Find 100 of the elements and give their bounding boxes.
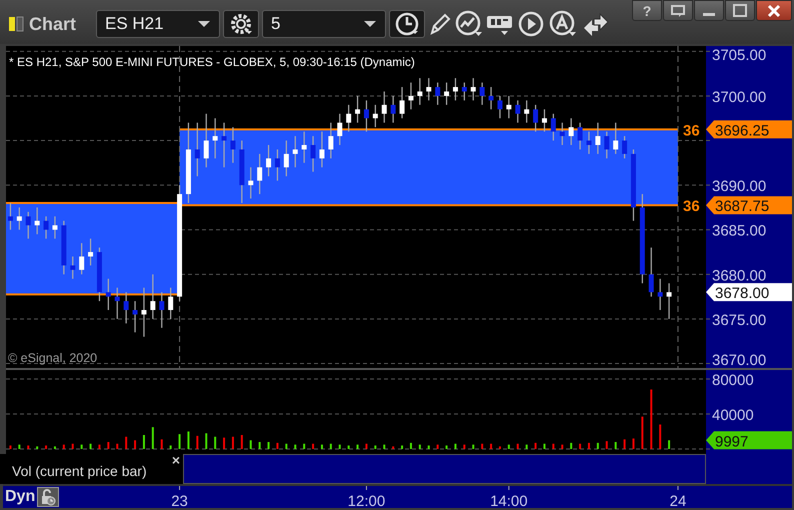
volume-bar (27, 446, 30, 449)
axis-label: 12:00 (348, 493, 386, 510)
axis-label: 3670.00 (712, 352, 766, 368)
pencil-icon[interactable] (428, 11, 452, 37)
volume-bar (160, 439, 163, 449)
volume-bar (294, 444, 296, 449)
candlestick (515, 100, 520, 123)
volume-bar (472, 444, 474, 449)
chart-caption: * ES H21, S&P 500 E-MINI FUTURES - GLOBEX, 5, 09:30-16:15 (Dynamic) (9, 55, 415, 69)
volume-bar (107, 442, 110, 449)
volume-bar (498, 446, 501, 449)
volume-bar (45, 446, 48, 449)
candlestick (319, 132, 324, 168)
candlestick (578, 122, 583, 150)
volume-bar (348, 446, 350, 449)
volume-bar (632, 438, 634, 449)
candlestick (408, 82, 414, 110)
volume-bar (570, 442, 572, 449)
candlestick (34, 207, 40, 234)
candlestick (658, 278, 663, 310)
candlestick (52, 216, 58, 239)
minimize-icon[interactable] (694, 0, 724, 21)
volume-bar (392, 446, 394, 449)
restore-icon[interactable] (663, 0, 693, 21)
clock-icon[interactable] (389, 10, 425, 38)
volume-bar (232, 436, 234, 449)
candlestick (79, 243, 84, 274)
candlestick (355, 96, 360, 123)
volume-bar (374, 446, 376, 449)
volume-bar (54, 446, 56, 449)
caret-icon (363, 20, 377, 28)
play-icon[interactable] (517, 10, 545, 38)
volume-bar (196, 436, 198, 449)
volume-bar (330, 444, 332, 449)
candlestick (266, 145, 272, 176)
price-label: 36 (683, 198, 700, 216)
volume-bar (454, 444, 456, 449)
dropdown[interactable]: 5 (262, 10, 386, 38)
settings-icon[interactable] (223, 10, 259, 38)
candlestick (150, 274, 156, 319)
volume-bar (418, 444, 421, 449)
volume-bar (463, 444, 466, 449)
candlestick (488, 87, 494, 110)
volume-bar (338, 444, 341, 449)
axis-label: 3675.00 (712, 312, 766, 329)
line-chart-icon[interactable] (455, 10, 483, 38)
volume-bar (624, 439, 626, 449)
volume-bar (142, 435, 145, 449)
candlestick (106, 278, 111, 310)
volume-bar (659, 424, 662, 449)
close-button[interactable]: × (168, 454, 183, 466)
volume-bar (134, 440, 136, 449)
volume-bar (125, 436, 128, 449)
study-label: Vol (current price bar) (12, 463, 147, 479)
volume-bar (276, 442, 278, 449)
axis-label: 3705.00 (712, 47, 766, 64)
candlestick (16, 207, 22, 230)
candlestick (222, 122, 227, 168)
candlestick (533, 104, 538, 132)
candlestick (542, 109, 547, 132)
candlestick (622, 136, 628, 158)
candlestick (400, 87, 405, 118)
candlestick (204, 114, 209, 168)
candlestick (550, 114, 556, 141)
candlestick (426, 78, 432, 100)
candlestick (168, 288, 174, 319)
lock-icon[interactable] (37, 487, 60, 507)
volume-bar (436, 444, 439, 449)
candlestick (480, 82, 485, 105)
volume-bar (534, 442, 537, 449)
price-tag: 3687.75 (706, 196, 792, 216)
volume-bar (187, 432, 190, 449)
axis-label: 80000 (712, 372, 754, 389)
candlestick (497, 96, 502, 118)
candlestick (239, 140, 244, 203)
scaling-mode-label[interactable]: Dyn (3, 488, 38, 506)
volume-tag: 9997 (706, 431, 792, 450)
help-button[interactable]: ? (632, 0, 662, 21)
window-title: Chart (29, 14, 78, 34)
volume-bar (614, 442, 617, 449)
candlestick (328, 122, 334, 158)
close-icon[interactable] (756, 0, 792, 21)
volume-bar (428, 446, 430, 449)
candlestick (96, 248, 102, 302)
maximize-icon[interactable] (725, 0, 755, 21)
volume-bar (178, 434, 181, 449)
candlestick (44, 216, 49, 239)
dropdown[interactable]: ES H21 (96, 10, 220, 38)
volume-bar (356, 444, 359, 449)
candlestick (372, 104, 378, 128)
candlestick (274, 149, 280, 181)
volume-bar (401, 446, 404, 449)
volume-bar (596, 442, 599, 449)
axis-label: 23 (171, 493, 188, 510)
caret-icon (197, 20, 211, 28)
candlestick (284, 140, 289, 176)
volume-bar (579, 444, 582, 449)
volume-bar (80, 444, 83, 449)
candlestick (159, 292, 164, 328)
candlestick (302, 132, 307, 163)
